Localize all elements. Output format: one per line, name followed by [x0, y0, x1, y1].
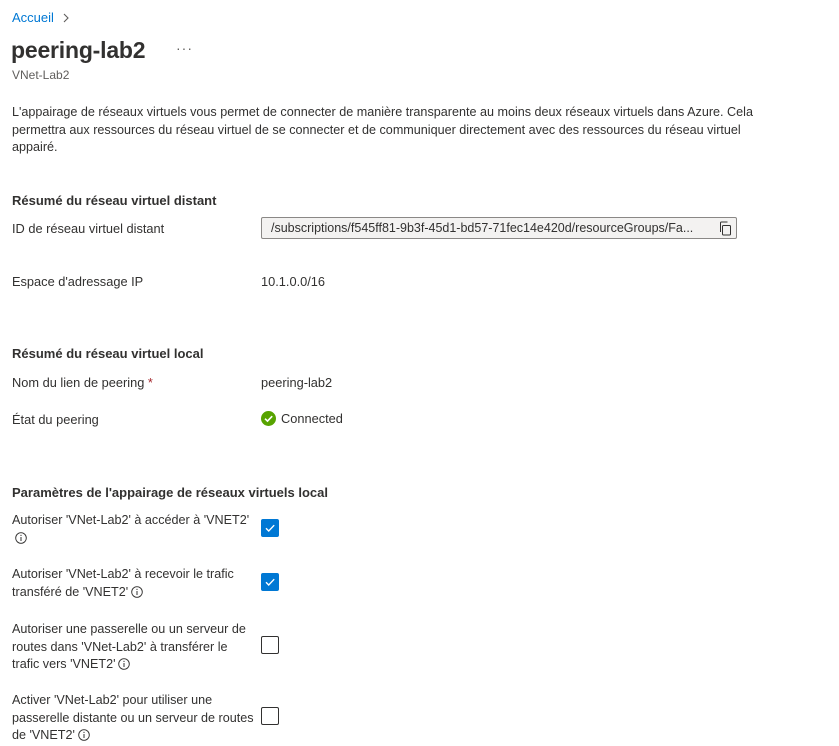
option-remote-gateway-checkbox[interactable] [261, 707, 279, 725]
settings-heading: Paramètres de l'appairage de réseaux vir… [12, 485, 328, 500]
option-label-text: Activer 'VNet-Lab2' pour utiliser une pa… [12, 693, 254, 743]
info-icon[interactable] [131, 585, 143, 598]
info-icon[interactable] [118, 658, 131, 670]
required-indicator: * [147, 375, 153, 390]
address-space-label: Espace d'adressage IP [12, 274, 144, 289]
chevron-right-icon [63, 13, 69, 22]
option-allow-access-checkbox[interactable] [261, 519, 279, 537]
option-gateway-transit-label: Autoriser une passerelle ou un serveur d… [12, 621, 257, 674]
check-circle-icon [261, 411, 276, 426]
local-summary-heading: Résumé du réseau virtuel local [12, 346, 204, 361]
description-text: L'appairage de réseaux virtuels vous per… [12, 105, 753, 155]
remote-vnet-id-label: ID de réseau virtuel distant [12, 221, 165, 236]
peering-state-value: Connected [281, 411, 343, 426]
option-allow-access-label: Autoriser 'VNet-Lab2' à accéder à 'VNET2… [12, 512, 257, 547]
remote-vnet-id-value[interactable]: /subscriptions/f545ff81-9b3f-45d1-bd57-7… [262, 221, 714, 235]
checkmark-icon [265, 524, 275, 533]
info-icon[interactable] [15, 531, 27, 544]
peering-status: Connected [261, 411, 343, 426]
breadcrumb-home-link[interactable]: Accueil [12, 10, 54, 25]
peering-link-value: peering-lab2 [261, 375, 333, 390]
option-remote-gateway-label: Activer 'VNet-Lab2' pour utiliser une pa… [12, 692, 257, 745]
info-icon[interactable] [78, 729, 90, 741]
peering-link-label-text: Nom du lien de peering [12, 375, 145, 390]
copy-icon [720, 221, 731, 235]
remote-vnet-id-field[interactable]: /subscriptions/f545ff81-9b3f-45d1-bd57-7… [261, 217, 737, 239]
option-allow-forwarded-checkbox[interactable] [261, 573, 279, 591]
option-label-text: Autoriser 'VNet-Lab2' à accéder à 'VNET2… [12, 513, 250, 527]
option-gateway-transit-checkbox[interactable] [261, 636, 279, 654]
option-label-text: Autoriser 'VNet-Lab2' à recevoir le traf… [12, 567, 234, 599]
remote-summary-heading: Résumé du réseau virtuel distant [12, 193, 217, 208]
breadcrumb: Accueil [12, 10, 71, 25]
more-options-button[interactable]: ··· [176, 40, 193, 56]
peering-state-label: État du peering [12, 412, 99, 427]
peering-link-label: Nom du lien de peering * [12, 375, 153, 390]
address-space-value: 10.1.0.0/16 [261, 274, 326, 289]
checkmark-icon [265, 578, 275, 587]
page-subtitle: VNet-Lab2 [12, 68, 70, 82]
copy-button[interactable] [714, 218, 736, 238]
page-title: peering-lab2 [11, 37, 146, 63]
option-allow-forwarded-label: Autoriser 'VNet-Lab2' à recevoir le traf… [12, 566, 257, 601]
